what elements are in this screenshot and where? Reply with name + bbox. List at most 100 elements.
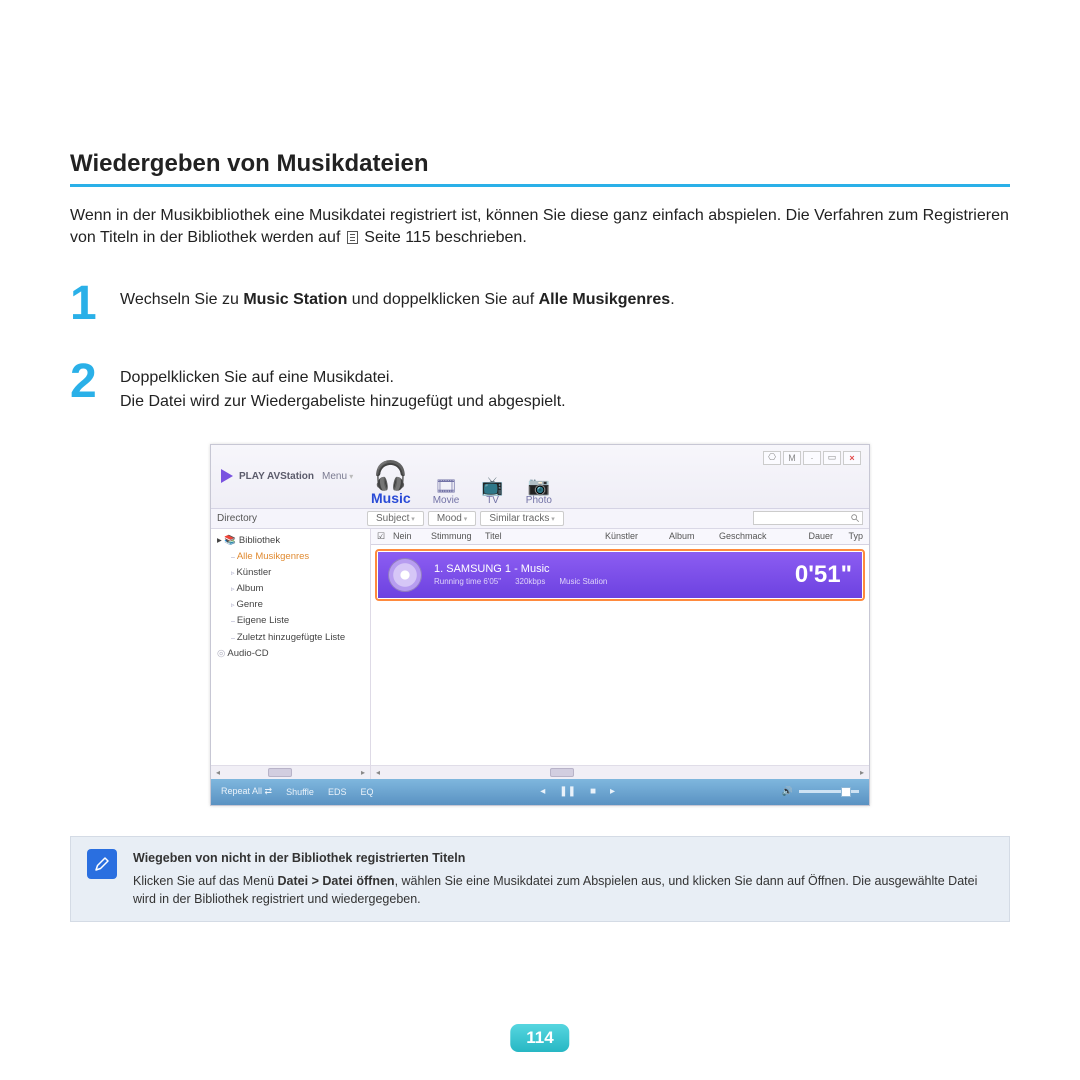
tab-music[interactable]: 🎧 Music [371,462,411,506]
window-btn[interactable]: ▭ [823,451,841,465]
app-menu-button[interactable]: Menu [322,471,353,482]
app-brand: PLAY AVStation [239,471,314,482]
tree-label: Alle Musikgenres [231,551,309,562]
window-btn[interactable]: M [783,451,801,465]
elapsed-time: 0'51" [795,561,852,589]
stop-button[interactable]: ■ [590,786,596,797]
col-album[interactable]: Album [669,531,715,542]
scrollbar-thumb[interactable] [268,768,292,777]
tab-photo[interactable]: 📷 Photo [526,477,552,506]
station-tabs: 🎧 Music 🎞 Movie 📺 TV 📷 Photo [371,462,552,506]
track-bitrate: 320kbps [515,577,545,586]
directory-tree: ▸ 📚 Bibliothek Alle Musikgenres Künstler… [211,529,370,765]
col-dauer[interactable]: Dauer [793,531,833,542]
intro-text-b: Seite 115 beschrieben. [360,229,527,246]
step-body: Wechseln Sie zu Music Station und doppel… [120,280,1010,328]
tree-item-audio-cd[interactable]: Audio-CD [217,646,364,662]
track-title: 1. SAMSUNG 1 - Music [434,563,783,575]
intro-text-a: Wenn in der Musikbibliothek eine Musikda… [70,207,1009,246]
col-geschmack[interactable]: Geschmack [719,531,789,542]
volume-icon[interactable]: 🔊 [782,786,793,797]
step-number: 1 [70,280,102,328]
scrollbar-thumb[interactable] [550,768,574,777]
repeat-button[interactable]: Repeat All ⇄ [221,786,272,797]
shuffle-button[interactable]: Shuffle [286,787,314,797]
tree-root[interactable]: ▸ 📚 Bibliothek [217,533,364,549]
sidebar: ▸ 📚 Bibliothek Alle Musikgenres Künstler… [211,529,371,779]
volume-slider[interactable] [799,790,859,793]
step-text: . [670,291,674,308]
window-controls: ⎔ M · ▭ × [763,451,861,465]
app-toolbar: Directory Subject Mood Similar tracks [211,509,869,529]
tree-item-own-list[interactable]: Eigene Liste [217,613,364,629]
track-runtime: Running time 6'05" [434,577,501,586]
tab-label: TV [486,495,499,506]
tree-label: Album [231,583,263,594]
next-button[interactable]: ▸ [610,786,615,797]
note-title: Wiegeben von nicht in der Bibliothek reg… [133,849,993,868]
page-number: 114 [510,1024,569,1052]
step-text: Doppelklicken Sie auf eine Musikdatei. [120,366,1010,390]
track-list-pane: ☑ Nein Stimmung Titel Künstler Album Ges… [371,529,869,779]
filter-similar[interactable]: Similar tracks [480,511,563,526]
window-btn[interactable]: ⎔ [763,451,781,465]
col-nein[interactable]: Nein [393,531,427,542]
intro-paragraph: Wenn in der Musikbibliothek eine Musikda… [70,205,1010,250]
tree-label: Audio-CD [227,648,268,659]
tab-label: Photo [526,495,552,506]
col-stimmung[interactable]: Stimmung [431,531,481,542]
note-text: Klicken Sie auf das Menü Datei > Datei ö… [133,872,993,910]
camera-icon: 📷 [526,477,552,495]
note-box: Wiegeben von nicht in der Bibliothek reg… [70,836,1010,922]
step-text: und doppelklicken Sie auf [347,291,538,308]
note-icon [87,849,117,879]
app-logo-icon [221,469,233,483]
filter-mood[interactable]: Mood [428,511,476,526]
note-body: Wiegeben von nicht in der Bibliothek reg… [133,849,993,909]
eq-button[interactable]: EQ [360,787,373,797]
tab-tv[interactable]: 📺 TV [481,477,503,506]
label: Repeat All [221,786,262,796]
col-titel[interactable]: Titel [485,531,601,542]
directory-label: Directory [217,513,367,524]
search-icon [850,513,860,523]
col-typ[interactable]: Typ [837,531,863,542]
window-btn[interactable]: · [803,451,821,465]
eds-button[interactable]: EDS [328,787,347,797]
step-bold: Alle Musikgenres [539,291,671,308]
col-kuenstler[interactable]: Künstler [605,531,665,542]
tree-item-album[interactable]: Album [217,581,364,597]
main-scrollbar[interactable] [371,765,869,779]
tree-label: Zuletzt hinzugefügte Liste [231,632,345,643]
player-footer: Repeat All ⇄ Shuffle EDS EQ ◂ ❚❚ ■ ▸ 🔊 [211,779,869,805]
disc-icon [388,558,422,592]
step-body: Doppelklicken Sie auf eine Musikdatei. D… [120,358,1010,414]
pause-button[interactable]: ❚❚ [559,786,576,797]
track-source: Music Station [559,577,607,586]
app-header: PLAY AVStation Menu ⎔ M · ▭ × 🎧 Music 🎞 … [211,445,869,509]
note-text-part: Klicken Sie auf das Menü [133,874,278,888]
app-body: ▸ 📚 Bibliothek Alle Musikgenres Künstler… [211,529,869,779]
headphones-icon: 🎧 [371,462,411,490]
filter-subject[interactable]: Subject [367,511,424,526]
col-checkbox[interactable]: ☑ [377,531,389,542]
tree-item-recent[interactable]: Zuletzt hinzugefügte Liste [217,630,364,646]
now-playing-row[interactable]: 1. SAMSUNG 1 - Music Running time 6'05" … [375,549,865,601]
prev-button[interactable]: ◂ [540,786,545,797]
tab-label: Music [371,490,411,506]
tree-item-genre[interactable]: Genre [217,597,364,613]
tree-item-artist[interactable]: Künstler [217,565,364,581]
sidebar-scrollbar[interactable] [211,765,370,779]
search-input[interactable] [753,511,863,525]
tree-item-all-genres[interactable]: Alle Musikgenres [217,549,364,565]
note-bold: Datei > Datei öffnen [278,874,395,888]
page-title: Wiedergeben von Musikdateien [70,150,1010,178]
avstation-window: PLAY AVStation Menu ⎔ M · ▭ × 🎧 Music 🎞 … [210,444,870,806]
tree-label: Eigene Liste [231,615,289,626]
tab-movie[interactable]: 🎞 Movie [433,477,460,506]
step-text: Wechseln Sie zu [120,291,243,308]
tree-label: Künstler [231,567,271,578]
window-close-button[interactable]: × [843,451,861,465]
step-2: 2 Doppelklicken Sie auf eine Musikdatei.… [70,358,1010,414]
tv-icon: 📺 [481,477,503,495]
